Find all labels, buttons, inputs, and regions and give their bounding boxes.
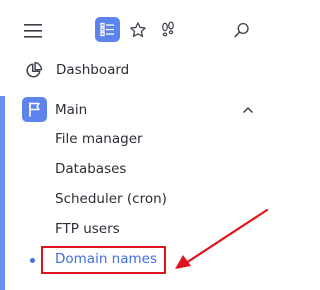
star-glyph (130, 22, 146, 38)
nav-section-main[interactable]: Main (22, 96, 87, 123)
list-view-icon[interactable] (95, 17, 120, 42)
nav-item-domain-names[interactable]: Domain names (55, 251, 157, 267)
active-section-indicator (0, 96, 5, 290)
nav-item-scheduler[interactable]: Scheduler (cron) (55, 191, 167, 207)
nav-item-ftp-users[interactable]: FTP users (55, 221, 120, 237)
nav-item-file-manager[interactable]: File manager (55, 131, 143, 147)
chevron-up-icon[interactable] (240, 101, 256, 117)
chevron-up-glyph (243, 106, 253, 113)
search-icon[interactable] (231, 19, 253, 41)
nav-section-label: Main (55, 101, 88, 118)
nav-item-databases[interactable]: Databases (55, 161, 126, 177)
star-icon[interactable] (127, 19, 149, 41)
footsteps-icon[interactable] (157, 19, 179, 41)
menu-icon[interactable] (22, 20, 44, 42)
list-view-glyph (100, 22, 114, 37)
search-glyph (234, 22, 249, 38)
flag-icon (22, 97, 47, 122)
annotation-arrow-icon (175, 208, 269, 269)
active-item-dot (30, 258, 35, 263)
nav-item-dashboard[interactable]: Dashboard (22, 58, 129, 82)
pie-chart-icon (22, 59, 44, 81)
nav-item-label: Dashboard (56, 62, 130, 78)
footsteps-glyph (162, 21, 174, 37)
menu-icon-glyph (24, 24, 42, 38)
